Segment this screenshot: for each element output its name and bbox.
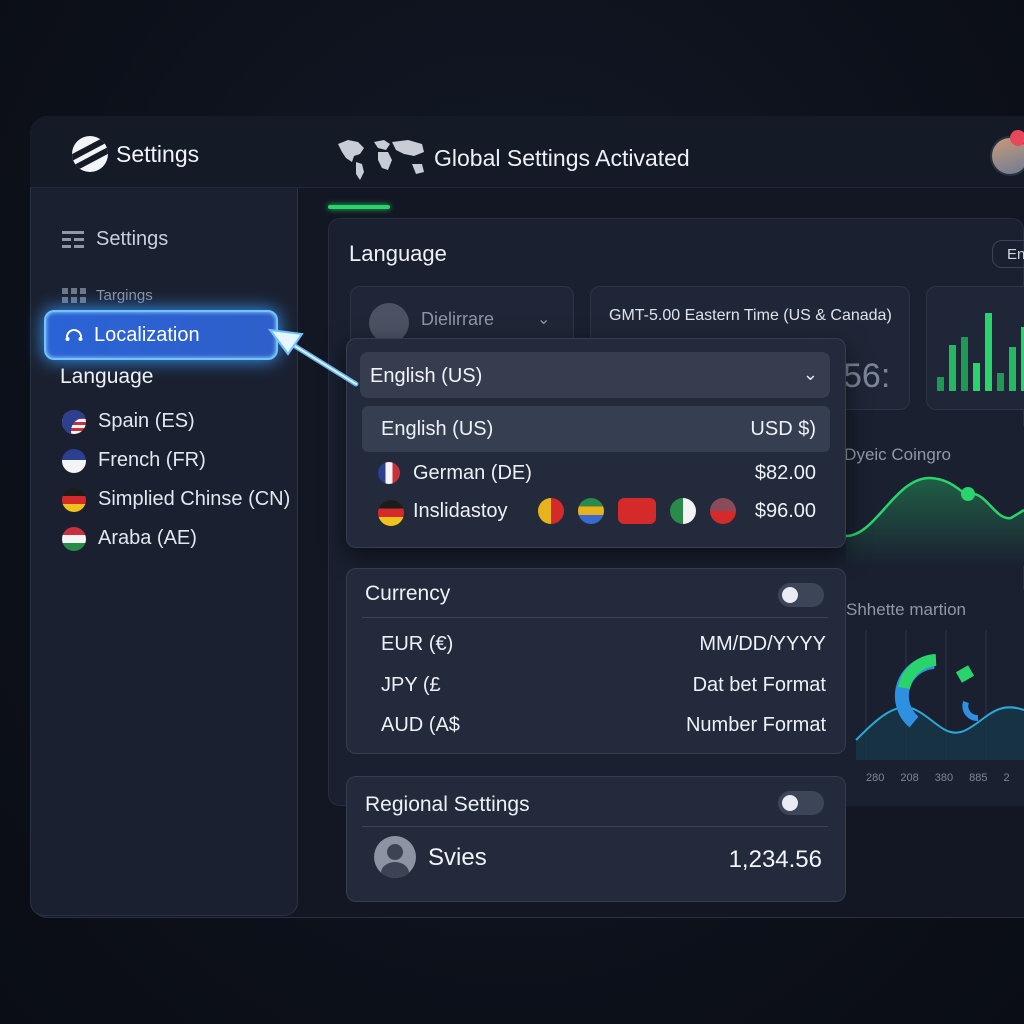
fr-flag-icon bbox=[62, 448, 86, 473]
banner-title: Global Settings Activated bbox=[434, 144, 690, 171]
tick-label: 2 bbox=[1003, 772, 1010, 784]
language-label: Spain (ES) bbox=[98, 410, 195, 432]
tick-label: 380 bbox=[934, 772, 954, 784]
currency-toggle[interactable] bbox=[778, 583, 824, 607]
tick-label: 208 bbox=[900, 772, 919, 784]
sidebar-item-targings[interactable]: Targings bbox=[62, 287, 153, 304]
menu-grid-icon bbox=[62, 230, 84, 248]
currency-option[interactable]: AUD (A$ bbox=[381, 714, 460, 737]
tick-label: 280 bbox=[866, 772, 885, 784]
currency-title: Currency bbox=[365, 582, 451, 605]
world-map-icon bbox=[338, 140, 424, 180]
language-panel-title: Language bbox=[349, 241, 447, 266]
option-label[interactable]: German (DE) bbox=[413, 462, 532, 485]
language-pill[interactable]: En bbox=[992, 240, 1024, 268]
brand: Settings bbox=[72, 136, 199, 172]
chevron-down-icon: ⌄ bbox=[802, 364, 818, 384]
sidebar-language-heading: Language bbox=[60, 365, 154, 388]
sidebar-heading-label: Settings bbox=[96, 228, 169, 250]
timezone-number: 56: bbox=[843, 357, 891, 395]
sidebar-item-language[interactable]: Spain (ES) bbox=[62, 402, 290, 441]
settings-logo-icon bbox=[72, 136, 108, 172]
headset-icon bbox=[65, 329, 83, 341]
option-value: $82.00 bbox=[754, 462, 816, 484]
ae-flag-icon bbox=[62, 526, 86, 551]
flag-icon bbox=[578, 498, 604, 524]
de-flag-icon bbox=[62, 487, 86, 512]
sidebar-item-label: Localization bbox=[94, 323, 200, 346]
user-icon bbox=[369, 303, 409, 343]
active-tab-indicator bbox=[328, 205, 390, 209]
option-value: USD $) bbox=[750, 418, 816, 440]
ring-chart-title: Shhette martion bbox=[846, 600, 967, 619]
flag-icon bbox=[378, 462, 400, 484]
regional-toggle[interactable] bbox=[778, 791, 824, 815]
de-flag-icon bbox=[378, 500, 404, 526]
currency-option[interactable]: JPY (£ bbox=[381, 674, 441, 697]
sidebar-item-language[interactable]: French (FR) bbox=[62, 441, 290, 480]
language-label: Simplied Chinse (CN) bbox=[98, 488, 291, 510]
format-option[interactable]: Dat bet Format bbox=[640, 674, 826, 697]
cn-flag-icon bbox=[618, 498, 656, 524]
wave-chart-title: 2 Dyeic Coingro bbox=[830, 445, 951, 464]
notification-badge bbox=[1010, 130, 1024, 146]
option-label[interactable]: English (US) bbox=[381, 418, 493, 441]
sidebar-item-language[interactable]: Araba (AE) bbox=[62, 519, 290, 558]
selected-language: English (US) bbox=[370, 365, 483, 387]
flag-icon bbox=[538, 498, 564, 524]
number-format-example: 1,234.56 bbox=[728, 846, 822, 873]
option-label[interactable]: Inslidastoy bbox=[413, 500, 508, 523]
format-option[interactable]: MM/DD/YYYY bbox=[640, 633, 826, 656]
banner: Global Settings Activated bbox=[334, 134, 690, 182]
sidebar-item-label: Targings bbox=[96, 287, 153, 304]
format-option[interactable]: Number Format bbox=[640, 714, 826, 737]
sidebar-heading[interactable]: Settings bbox=[62, 228, 168, 251]
bar-chart-widget bbox=[926, 286, 1024, 410]
us-flag-icon bbox=[62, 409, 86, 434]
divider bbox=[362, 617, 828, 618]
divider bbox=[362, 826, 828, 827]
language-label: French (FR) bbox=[98, 449, 206, 471]
currency-option[interactable]: EUR (€) bbox=[381, 633, 453, 656]
regional-name: Svies bbox=[428, 844, 487, 871]
timezone-label: GMT-5.00 Eastern Time (US & Canada) bbox=[609, 307, 892, 324]
tiles-icon bbox=[62, 287, 86, 303]
sidebar-item-language[interactable]: Simplied Chinse (CN) bbox=[62, 480, 290, 519]
language-select[interactable]: English (US) ⌄ bbox=[360, 352, 830, 398]
option-value: $96.00 bbox=[754, 500, 816, 522]
sidebar-item-localization[interactable]: Localization bbox=[44, 310, 278, 360]
bar-chart-graphic bbox=[937, 313, 1024, 391]
language-card-text: Dielirrare bbox=[421, 309, 495, 329]
brand-title: Settings bbox=[116, 140, 200, 167]
regional-settings-title: Regional Settings bbox=[365, 793, 530, 816]
language-label: Araba (AE) bbox=[98, 527, 197, 549]
user-avatar-icon bbox=[374, 836, 416, 878]
sidebar-language-list: Spain (ES) French (FR) Simplied Chinse (… bbox=[62, 402, 290, 558]
chevron-down-icon: ⌄ bbox=[537, 311, 551, 328]
ring-chart-ticks: 280 208 380 885 2 bbox=[866, 772, 1010, 784]
tick-label: 885 bbox=[969, 772, 988, 784]
